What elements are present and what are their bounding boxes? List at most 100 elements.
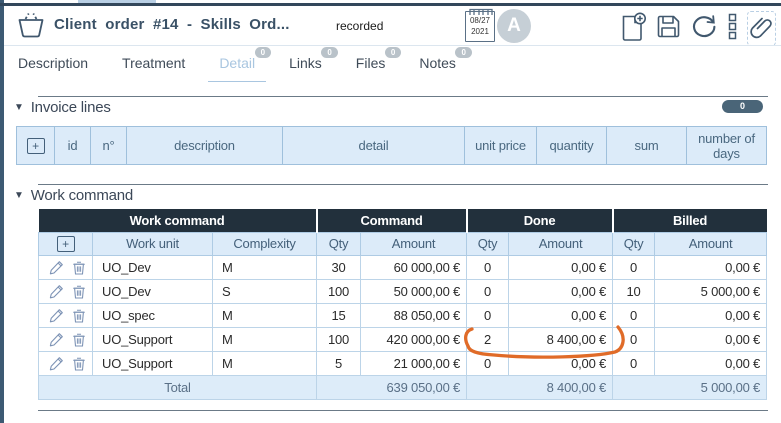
cmd-amount-cell: 420 000,00 € [361, 327, 467, 351]
paperclip-icon[interactable] [747, 11, 776, 46]
tab-detail-badge: 0 [255, 47, 271, 58]
work-unit-cell: UO_spec [93, 303, 213, 327]
tab-description[interactable]: Description [18, 55, 88, 85]
group-done: Done [467, 209, 613, 232]
invoice-section-title: Invoice lines [31, 99, 111, 116]
collapse-triangle-icon[interactable]: ▼ [14, 102, 24, 113]
col-sum: sum [607, 127, 687, 165]
tab-links[interactable]: Links0 [289, 55, 322, 85]
cmd-amount-cell: 50 000,00 € [361, 279, 467, 303]
calendar-date-year: 2021 [466, 27, 494, 38]
tab-treatment[interactable]: Treatment [122, 55, 185, 85]
invoice-header-row: + id n° description detail unit price qu… [17, 127, 767, 165]
tab-files[interactable]: Files0 [356, 55, 386, 85]
billed-qty-cell: 0 [613, 327, 655, 351]
row-actions [39, 279, 93, 303]
group-billed: Billed [613, 209, 767, 232]
col-work-unit: Work unit [93, 232, 213, 255]
edit-icon[interactable] [49, 284, 64, 299]
left-accent-bar [0, 0, 4, 423]
col-cmd-qty: Qty [317, 232, 361, 255]
done-amount-cell: 0,00 € [509, 351, 613, 375]
invoice-add-button[interactable]: + [27, 138, 45, 154]
invoice-section-header[interactable]: ▼ Invoice lines [14, 99, 111, 116]
col-complexity: Complexity [213, 232, 317, 255]
total-billed-amount: 5 000,00 € [613, 375, 767, 399]
col-number-of-days: number of days [687, 127, 767, 165]
work-unit-cell: UO_Dev [93, 255, 213, 279]
work-section-header[interactable]: ▼ Work command [14, 187, 133, 204]
billed-qty-cell: 0 [613, 303, 655, 327]
total-done-amount: 8 400,00 € [467, 375, 613, 399]
work-row: UO_specM1588 050,00 €00,00 €00,00 € [39, 303, 767, 327]
total-label: Total [39, 375, 317, 399]
edit-icon[interactable] [49, 356, 64, 371]
col-detail: detail [283, 127, 465, 165]
done-qty-cell: 2 [467, 327, 509, 351]
work-unit-cell: UO_Dev [93, 279, 213, 303]
complexity-cell: M [213, 303, 317, 327]
refresh-icon[interactable] [690, 13, 718, 45]
done-amount-cell: 8 400,00 € [509, 327, 613, 351]
complexity-cell: M [213, 351, 317, 375]
group-work-command: Work command [39, 209, 317, 232]
done-qty-cell: 0 [467, 303, 509, 327]
row-actions [39, 327, 93, 351]
tab-bar: Description Treatment Detail0 Links0 Fil… [18, 55, 456, 85]
work-unit-cell: UO_Support [93, 327, 213, 351]
billed-amount-cell: 5 000,00 € [655, 279, 767, 303]
cmd-qty-cell: 30 [317, 255, 361, 279]
cmd-amount-cell: 60 000,00 € [361, 255, 467, 279]
billed-qty-cell: 0 [613, 351, 655, 375]
billed-qty-cell: 10 [613, 279, 655, 303]
complexity-cell: M [213, 327, 317, 351]
complexity-cell: M [213, 255, 317, 279]
col-number: n° [91, 127, 127, 165]
new-document-icon[interactable] [620, 12, 647, 46]
work-row: UO_SupportM100420 000,00 €28 400,00 €00,… [39, 327, 767, 351]
work-section-rule [38, 184, 768, 185]
work-total-row: Total 639 050,00 € 8 400,00 € 5 000,00 € [39, 375, 767, 399]
save-icon[interactable] [656, 14, 681, 44]
tab-notes[interactable]: Notes0 [419, 55, 456, 85]
col-cmd-amount: Amount [361, 232, 467, 255]
calendar-rings-icon [467, 6, 495, 15]
collapse-triangle-icon[interactable]: ▼ [14, 190, 24, 201]
app-header: Client order #14 - Skills Ord... recorde… [4, 6, 781, 45]
invoice-lines-table: + id n° description detail unit price qu… [16, 126, 767, 165]
edit-icon[interactable] [49, 332, 64, 347]
billed-amount-cell: 0,00 € [655, 327, 767, 351]
col-billed-qty: Qty [613, 232, 655, 255]
tab-links-badge: 0 [321, 47, 337, 58]
billed-amount-cell: 0,00 € [655, 255, 767, 279]
col-done-amount: Amount [509, 232, 613, 255]
calendar-date-month-day: 08/27 [466, 16, 494, 27]
tab-files-badge: 0 [385, 47, 401, 58]
done-amount-cell: 0,00 € [509, 279, 613, 303]
done-amount-cell: 0,00 € [509, 303, 613, 327]
billed-qty-cell: 0 [613, 255, 655, 279]
calendar-date-icon[interactable]: 08/27 2021 [465, 11, 495, 42]
delete-icon[interactable] [72, 356, 86, 371]
tab-detail[interactable]: Detail0 [219, 55, 255, 85]
billed-amount-cell: 0,00 € [655, 303, 767, 327]
edit-icon[interactable] [49, 260, 64, 275]
cmd-qty-cell: 15 [317, 303, 361, 327]
avatar[interactable]: A [497, 9, 531, 43]
complexity-cell: S [213, 279, 317, 303]
kebab-menu-icon[interactable] [727, 13, 738, 45]
work-add-button[interactable]: + [57, 236, 75, 252]
cmd-qty-cell: 100 [317, 327, 361, 351]
done-qty-cell: 0 [467, 255, 509, 279]
delete-icon[interactable] [72, 260, 86, 275]
col-description: description [127, 127, 283, 165]
delete-icon[interactable] [72, 284, 86, 299]
bottom-rule [38, 410, 768, 411]
delete-icon[interactable] [72, 332, 86, 347]
edit-icon[interactable] [49, 308, 64, 323]
invoice-count-badge: 0 [722, 100, 763, 113]
work-row: UO_SupportM521 000,00 €00,00 €00,00 € [39, 351, 767, 375]
row-actions [39, 351, 93, 375]
work-unit-cell: UO_Support [93, 351, 213, 375]
delete-icon[interactable] [72, 308, 86, 323]
